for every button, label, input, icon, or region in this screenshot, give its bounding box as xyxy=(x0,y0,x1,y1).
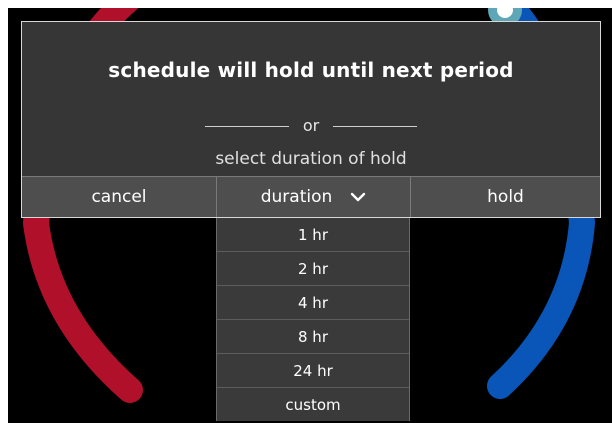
divider-line-right xyxy=(333,125,418,127)
duration-option-1hr[interactable]: 1 hr xyxy=(217,218,409,251)
duration-option-custom[interactable]: custom xyxy=(217,387,409,421)
thermostat-screen: schedule will hold until next period or … xyxy=(8,8,612,423)
duration-dropdown-button[interactable]: duration xyxy=(217,177,411,217)
dialog-subtitle: select duration of hold xyxy=(215,149,407,169)
duration-option-24hr[interactable]: 24 hr xyxy=(217,353,409,387)
duration-menu: 1 hr 2 hr 4 hr 8 hr 24 hr custom xyxy=(216,218,410,421)
cancel-button[interactable]: cancel xyxy=(22,177,217,217)
hold-dialog: schedule will hold until next period or … xyxy=(21,21,601,218)
dialog-title: schedule will hold until next period xyxy=(108,58,514,82)
dialog-button-row: cancel duration hold xyxy=(22,176,600,217)
cancel-button-label: cancel xyxy=(91,187,147,207)
chevron-down-icon xyxy=(350,192,366,202)
hold-button-label: hold xyxy=(487,187,524,207)
divider-line-left xyxy=(204,125,289,127)
or-label: or xyxy=(302,116,320,135)
duration-button-label: duration xyxy=(260,187,333,207)
hold-button[interactable]: hold xyxy=(411,177,600,217)
duration-option-8hr[interactable]: 8 hr xyxy=(217,319,409,353)
duration-option-4hr[interactable]: 4 hr xyxy=(217,285,409,319)
duration-option-2hr[interactable]: 2 hr xyxy=(217,251,409,285)
or-divider: or xyxy=(22,116,600,136)
